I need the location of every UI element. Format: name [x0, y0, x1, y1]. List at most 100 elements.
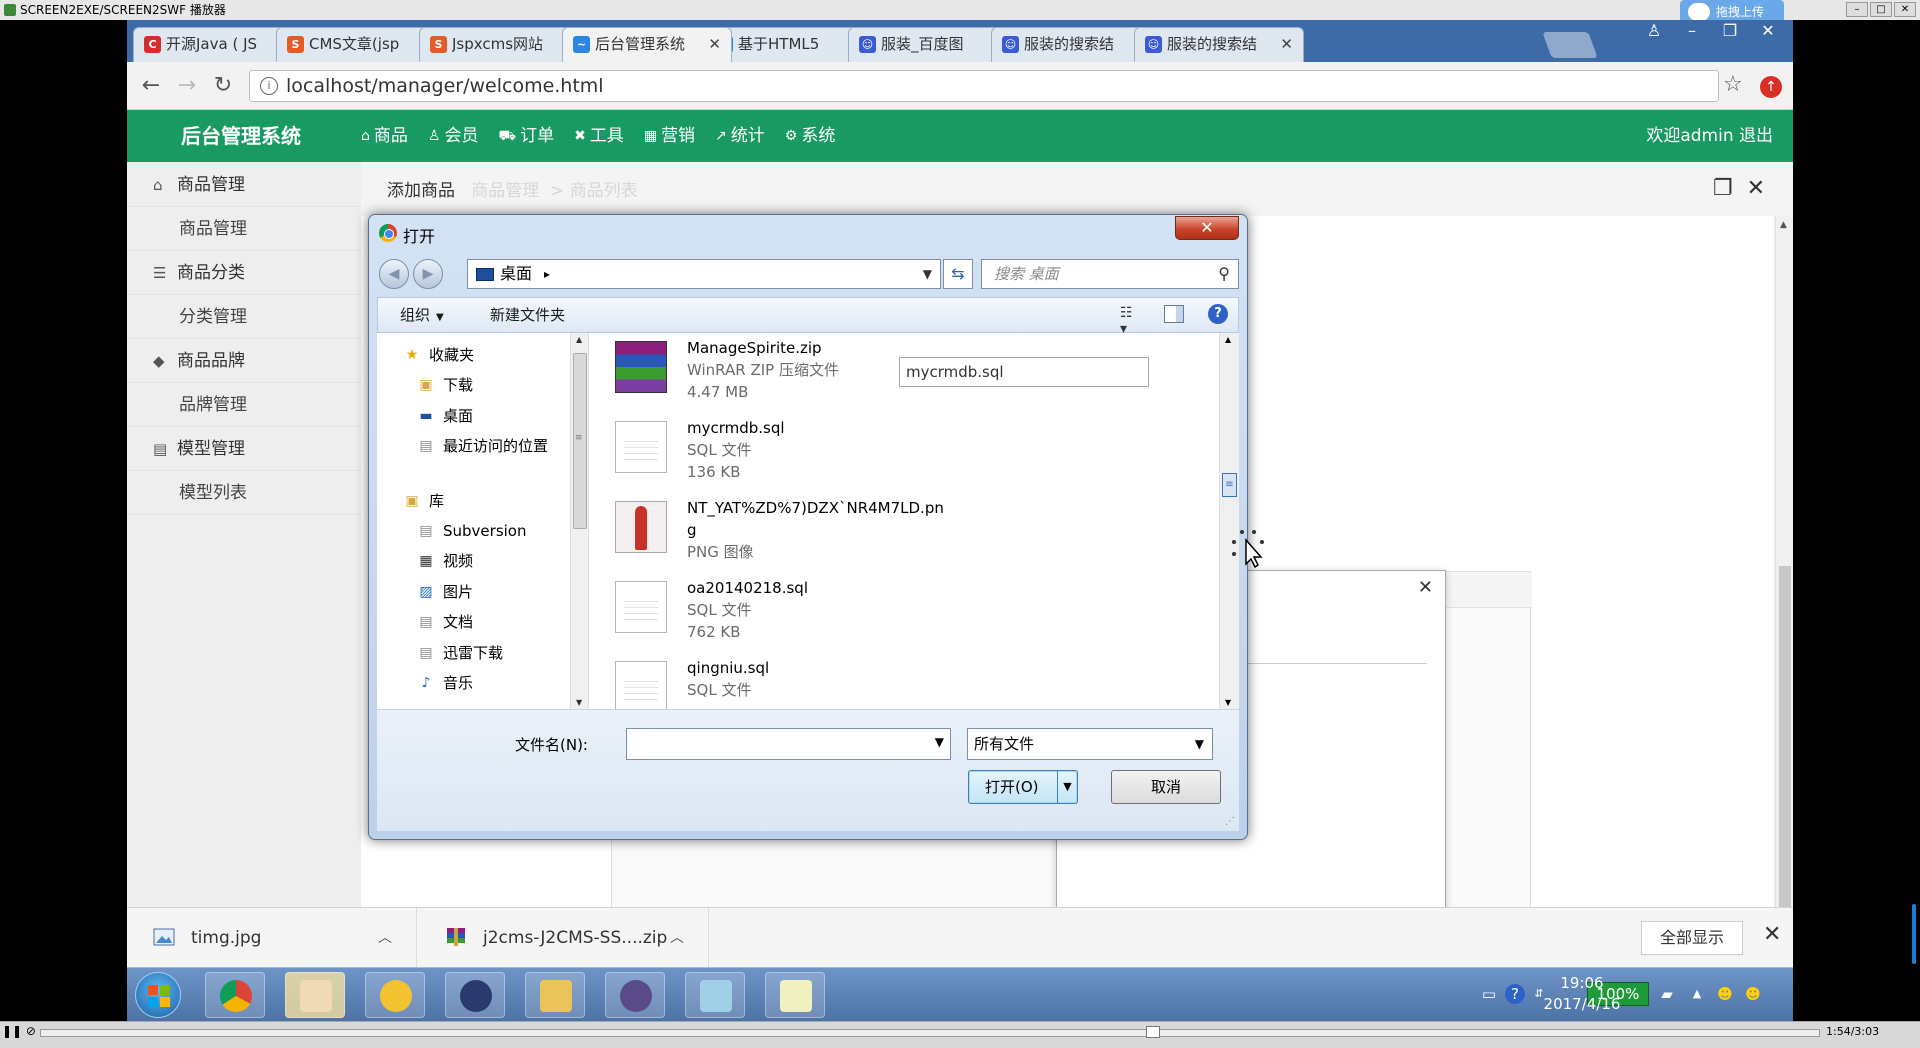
- nav-pane-item[interactable]: ▤ Subversion: [419, 519, 526, 543]
- clock[interactable]: 19:06 2017/4/16: [1535, 973, 1629, 1015]
- seek-bar[interactable]: [40, 1029, 1820, 1037]
- player-close-button[interactable]: ✕: [1894, 2, 1916, 17]
- show-all-downloads-button[interactable]: 全部显示: [1641, 921, 1743, 955]
- browser-minimize-button[interactable]: –: [1677, 22, 1707, 42]
- dialog-close-button[interactable]: ✕: [1175, 216, 1239, 240]
- download-item[interactable]: timg.jpg ︿: [127, 908, 417, 968]
- tab-close-icon[interactable]: ✕: [1280, 28, 1293, 61]
- back-button[interactable]: ◀: [379, 259, 409, 289]
- file-item[interactable]: ManageSpirite.zip WinRAR ZIP 压缩文件 4.47 MB: [609, 337, 939, 417]
- nav-pane-item[interactable]: ▦ 视频: [419, 549, 473, 573]
- nav-pane-item[interactable]: ♪ 音乐: [422, 671, 473, 695]
- taskbar-chart-app[interactable]: [765, 972, 825, 1018]
- chevron-up-icon[interactable]: ︿: [670, 908, 684, 968]
- sidebar-item[interactable]: 品牌管理: [127, 384, 361, 427]
- breadcrumb-current[interactable]: 添加商品: [387, 181, 455, 201]
- pause-icon[interactable]: ❚❚ ⊘: [2, 1024, 36, 1038]
- organize-menu[interactable]: 组织 ▼: [400, 298, 444, 335]
- qq-icon[interactable]: ☻: [1743, 984, 1763, 1004]
- qq-icon[interactable]: ☻: [1715, 984, 1735, 1004]
- close-icon[interactable]: ✕: [1763, 922, 1781, 947]
- browser-tab[interactable]: ☺ 服装的搜索结 ✕: [1134, 27, 1304, 62]
- sidebar-item[interactable]: 分类管理: [127, 296, 361, 339]
- sidebar-group[interactable]: ☰ 商品分类: [127, 252, 361, 295]
- taskbar-javaee-ide[interactable]: [605, 972, 665, 1018]
- nav-item[interactable]: ▦ 营销: [644, 110, 695, 162]
- taskbar-eclipse[interactable]: [445, 972, 505, 1018]
- location-bar[interactable]: 桌面 ▸ ▼: [467, 259, 941, 289]
- nav-item[interactable]: ⚙ 系统: [785, 110, 836, 162]
- volume-slider[interactable]: [1912, 904, 1916, 964]
- extension-icon[interactable]: ↑: [1760, 76, 1782, 98]
- file-item[interactable]: oa20140218.sql SQL 文件 762 KB: [609, 577, 939, 657]
- file-list-scrollbar[interactable]: ▲ ≡ ▼: [1219, 333, 1239, 709]
- open-options-chevron-icon[interactable]: ▼: [1057, 771, 1077, 803]
- back-button[interactable]: ←: [137, 72, 165, 100]
- forward-button[interactable]: ▶: [413, 259, 443, 289]
- nav-item[interactable]: ✖ 工具: [574, 110, 624, 162]
- nav-pane-item[interactable]: ▣ 下载: [419, 373, 473, 397]
- taskbar-chrome[interactable]: [205, 972, 265, 1018]
- resize-grip[interactable]: ⋰: [1225, 816, 1235, 827]
- tray-expand-icon[interactable]: ▲: [1687, 984, 1707, 1004]
- sidebar-group[interactable]: ◆ 商品品牌: [127, 340, 361, 383]
- start-button[interactable]: [135, 972, 181, 1018]
- cancel-button[interactable]: 取消: [1111, 770, 1221, 804]
- forward-button[interactable]: →: [173, 72, 201, 100]
- player-maximize-button[interactable]: □: [1870, 2, 1892, 17]
- help-icon[interactable]: ?: [1505, 984, 1525, 1004]
- breadcrumb-item[interactable]: 商品列表: [570, 181, 638, 201]
- browser-close-button[interactable]: ✕: [1753, 22, 1783, 42]
- keyboard-icon[interactable]: ▭: [1479, 984, 1499, 1004]
- taskbar-notepad[interactable]: [685, 972, 745, 1018]
- help-icon[interactable]: ?: [1208, 304, 1228, 324]
- close-icon[interactable]: ✕: [1418, 577, 1433, 598]
- chevron-down-icon[interactable]: ▼: [923, 260, 932, 288]
- chevron-up-icon[interactable]: ︿: [378, 908, 392, 968]
- preview-pane-icon[interactable]: [1164, 305, 1184, 323]
- taskbar-explorer[interactable]: [525, 972, 585, 1018]
- refresh-button[interactable]: ⇆: [943, 259, 973, 289]
- file-item[interactable]: mycrmdb.sql SQL 文件 136 KB: [609, 417, 939, 497]
- address-bar[interactable]: i localhost/manager/welcome.html: [249, 70, 1719, 102]
- chevron-down-icon[interactable]: ▼: [1195, 729, 1204, 759]
- browser-maximize-button[interactable]: ❐: [1715, 22, 1745, 42]
- nav-pane-scrollbar[interactable]: ▲ ≡ ▼: [570, 333, 588, 709]
- nav-pane-item[interactable]: ▨ 图片: [419, 580, 473, 604]
- file-item[interactable]: NT_YAT%ZD%7)DZX`NR4M7LD.png PNG 图像: [609, 497, 944, 577]
- new-tab-button[interactable]: [1542, 32, 1598, 58]
- profile-icon[interactable]: ♙: [1639, 22, 1669, 42]
- info-icon[interactable]: i: [260, 77, 278, 95]
- nav-pane-item[interactable]: ▬ 桌面: [419, 404, 473, 428]
- nav-item[interactable]: ⛟ 订单: [498, 110, 554, 162]
- open-button[interactable]: 打开(O) ▼: [968, 770, 1078, 804]
- browser-tab[interactable]: ~ 后台管理系统 ✕: [562, 27, 732, 62]
- filename-input[interactable]: ▼: [626, 728, 951, 760]
- reload-button[interactable]: ↻: [209, 72, 237, 100]
- nav-pane-item[interactable]: ▣ 库: [405, 489, 444, 513]
- player-minimize-button[interactable]: –: [1846, 2, 1868, 17]
- tab-close-icon[interactable]: ✕: [708, 28, 721, 61]
- sidebar-item[interactable]: 商品管理: [127, 208, 361, 251]
- nav-pane-item[interactable]: ▤ 迅雷下载: [419, 641, 503, 665]
- seek-handle[interactable]: [1146, 1026, 1160, 1038]
- restore-icon[interactable]: ❐: [1713, 176, 1733, 201]
- file-item[interactable]: qingniu.sql SQL 文件: [609, 657, 939, 709]
- nav-pane-item[interactable]: ▤ 最近访问的位置: [419, 434, 548, 458]
- breadcrumb-item[interactable]: 商品管理: [471, 181, 539, 201]
- sidebar-item[interactable]: 模型列表: [127, 472, 361, 515]
- sidebar-group[interactable]: ▤ 模型管理: [127, 428, 361, 471]
- search-icon[interactable]: ⚲: [1218, 260, 1230, 288]
- search-input[interactable]: 搜索 桌面 ⚲: [981, 259, 1239, 289]
- chevron-down-icon[interactable]: ▼: [935, 735, 944, 749]
- nav-item[interactable]: ♙ 会员: [428, 110, 479, 162]
- chevron-right-icon[interactable]: ▸: [544, 260, 550, 288]
- user-welcome[interactable]: 欢迎admin 退出: [1646, 110, 1773, 162]
- download-item[interactable]: j2cms-J2CMS-SS....zip ︿: [419, 908, 709, 968]
- file-type-select[interactable]: 所有文件 ▼: [967, 728, 1213, 760]
- power-icon[interactable]: ▰: [1657, 984, 1677, 1004]
- view-options-icon[interactable]: ☷ ▾: [1120, 305, 1140, 337]
- nav-item[interactable]: ↗ 统计: [715, 110, 765, 162]
- nav-pane-item[interactable]: ▤ 文档: [419, 610, 473, 634]
- taskbar-chat-app[interactable]: [365, 972, 425, 1018]
